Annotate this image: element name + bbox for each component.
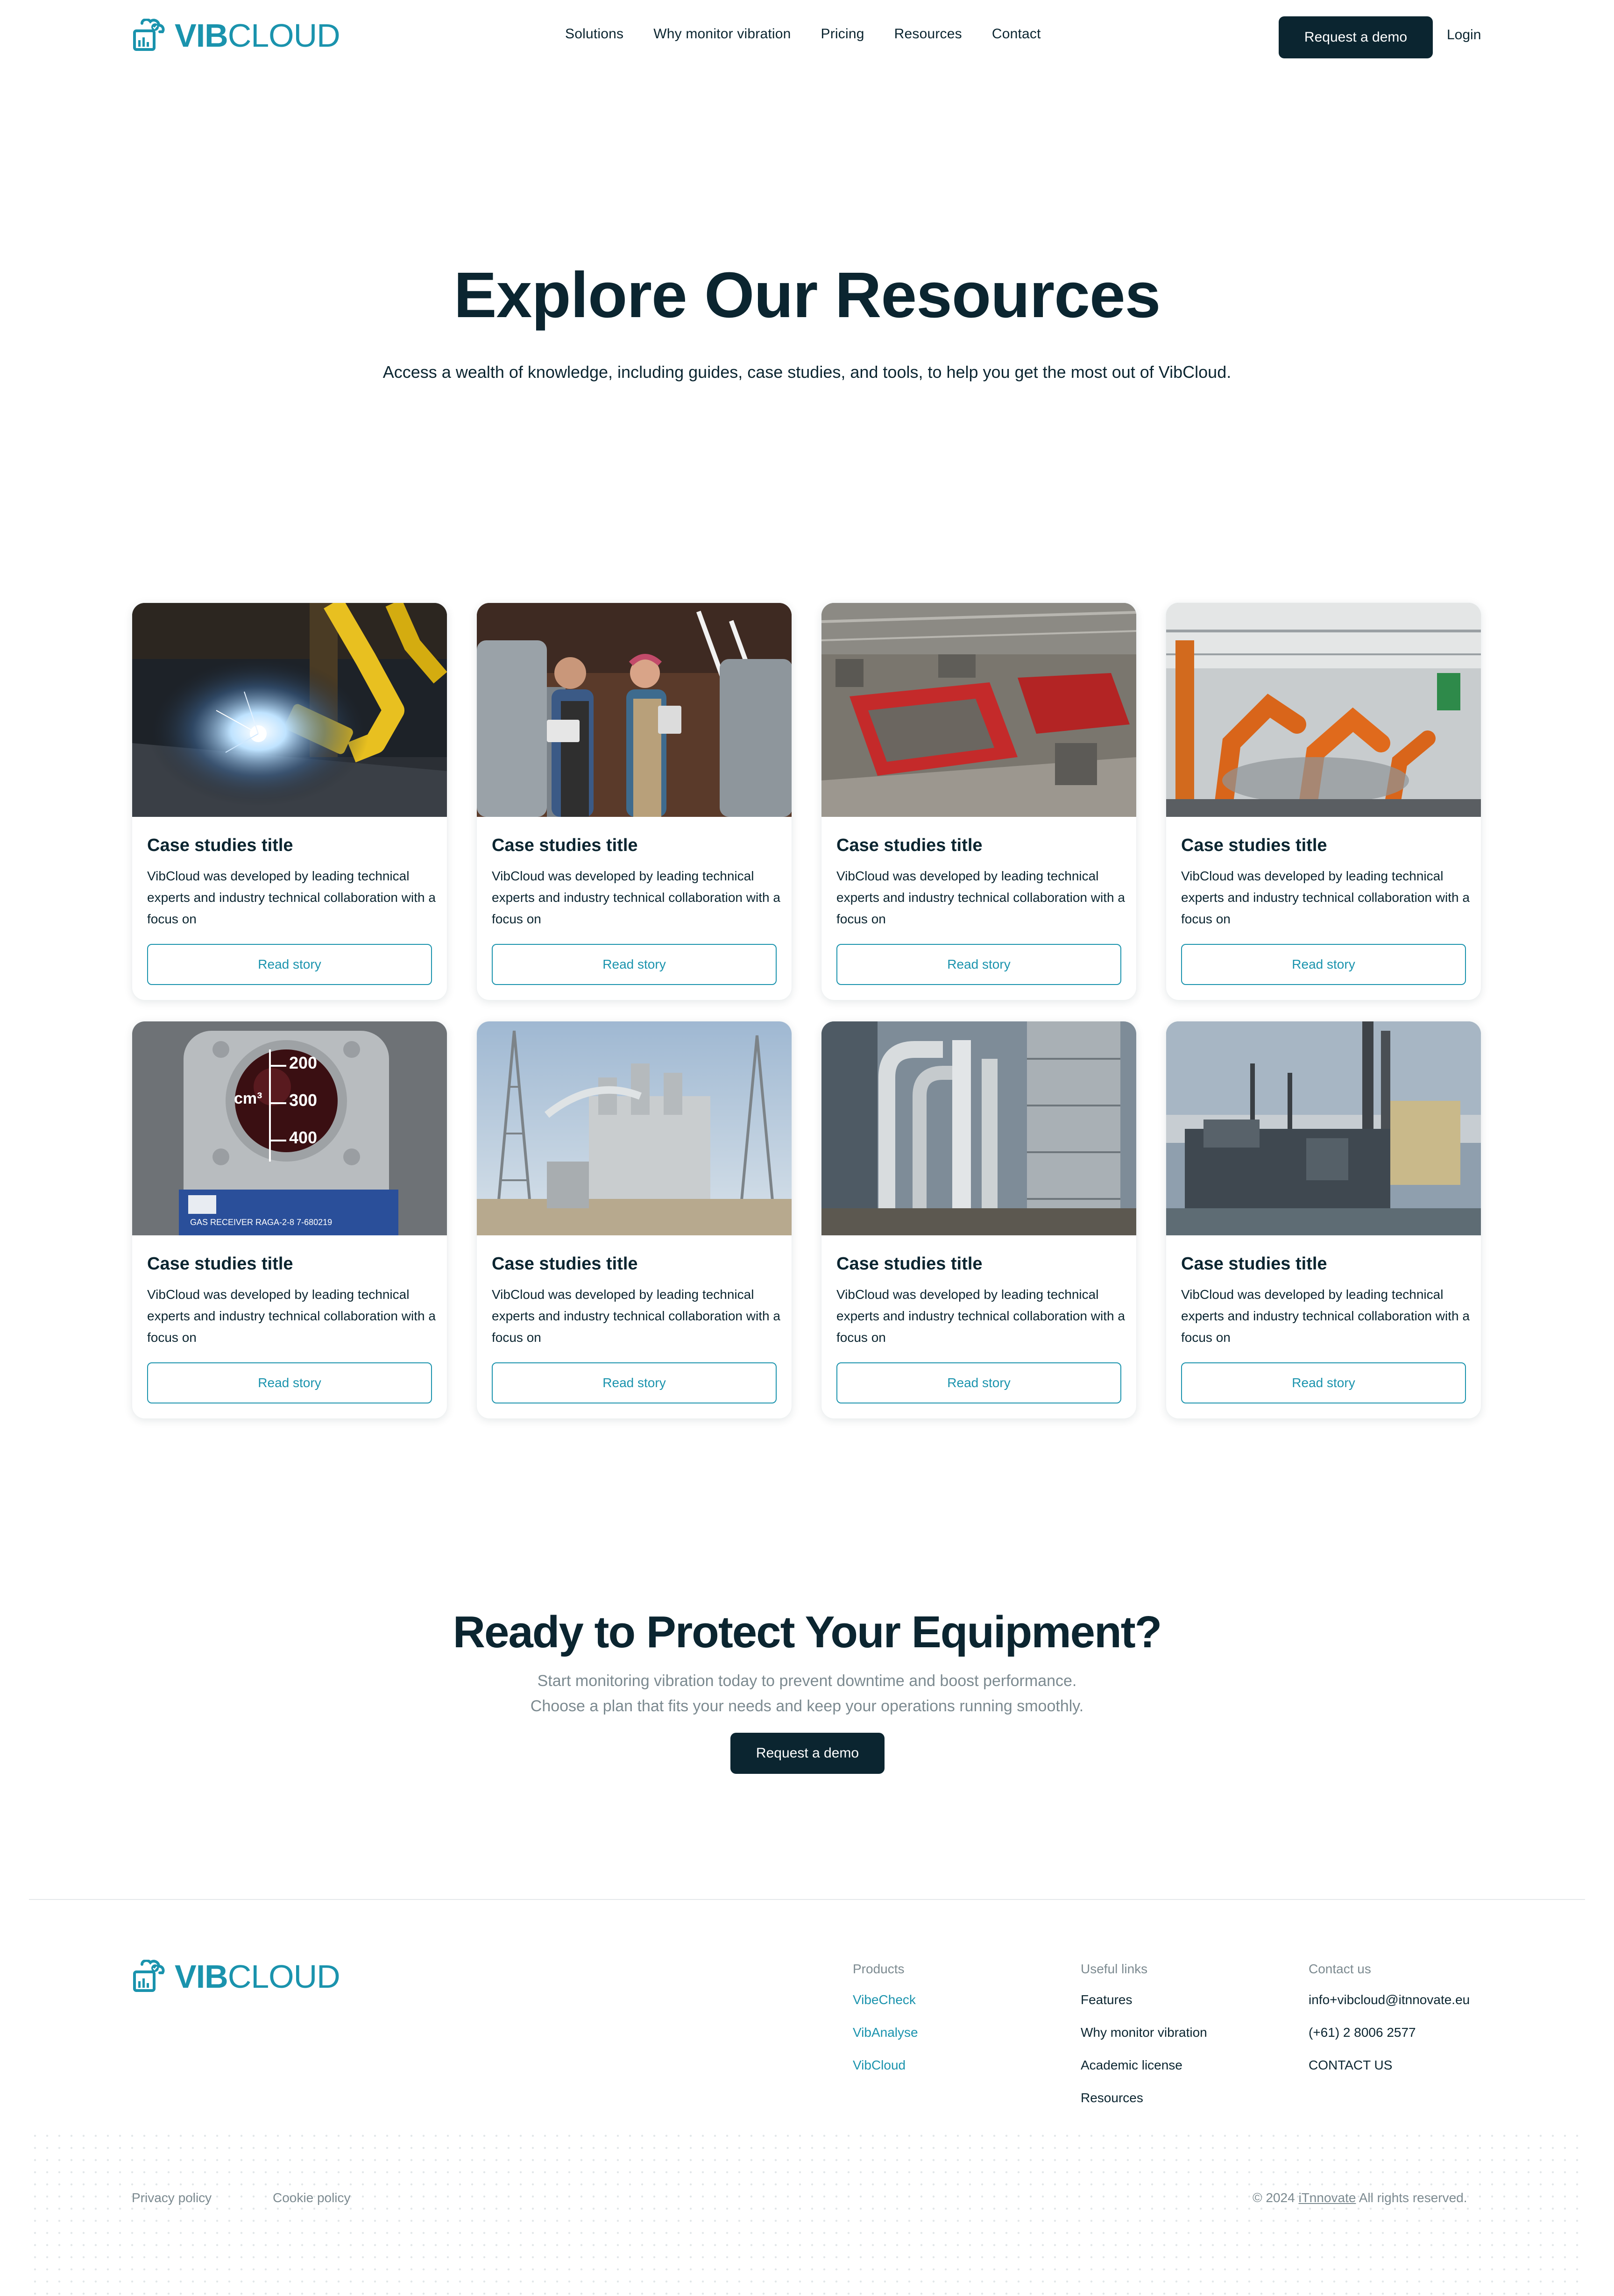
cloud-chart-logo-icon — [133, 1960, 165, 1992]
page-title: Explore Our Resources — [453, 259, 1161, 331]
case-studies-grid: Case studies title VibCloud was develope… — [132, 602, 1482, 1419]
footer-link-academic-license[interactable]: Academic license — [1081, 2058, 1207, 2073]
cta-subtitle: Start monitoring vibration today to prev… — [0, 1668, 1614, 1719]
footer-link-resources[interactable]: Resources — [1081, 2090, 1207, 2105]
read-story-button[interactable]: Read story — [492, 1362, 777, 1403]
case-study-card: Case studies title VibCloud was develope… — [1166, 1021, 1481, 1419]
login-link[interactable]: Login — [1447, 27, 1481, 43]
card-description: VibCloud was developed by leading techni… — [1181, 869, 1470, 926]
nav-solutions[interactable]: Solutions — [565, 26, 623, 42]
gauge-tick-label: 400 — [289, 1128, 318, 1147]
card-description: VibCloud was developed by leading techni… — [836, 1287, 1125, 1345]
case-study-card: Case studies title VibCloud was develope… — [476, 602, 792, 1000]
nav-resources[interactable]: Resources — [894, 26, 962, 42]
card-description: VibCloud was developed by leading techni… — [147, 1287, 436, 1345]
card-description: VibCloud was developed by leading techni… — [492, 869, 780, 926]
copyright: © 2024 iTnnovate All rights reserved. — [1253, 2190, 1467, 2205]
nav-pricing[interactable]: Pricing — [821, 26, 864, 42]
read-story-button[interactable]: Read story — [1181, 944, 1466, 985]
footer-link-vibecheck[interactable]: VibeCheck — [853, 1992, 918, 2007]
footer-contact-us-link[interactable]: CONTACT US — [1309, 2058, 1470, 2073]
request-demo-button[interactable]: Request a demo — [1279, 16, 1433, 58]
nav-why-monitor-vibration[interactable]: Why monitor vibration — [653, 26, 791, 42]
footer-products: Products VibeCheck VibAnalyse VibCloud — [853, 1962, 918, 2090]
copyright-text: All rights reserved. — [1359, 2190, 1467, 2205]
footer-link-vibcloud[interactable]: VibCloud — [853, 2058, 918, 2073]
welding-robot-image — [132, 603, 447, 817]
footer-heading: Contact us — [1309, 1962, 1371, 1976]
footer-link-why-monitor[interactable]: Why monitor vibration — [1081, 2025, 1207, 2040]
gauge-plate-label: GAS RECEIVER RAGA-2-8 7-680219 — [190, 1218, 333, 1227]
footer-link-features[interactable]: Features — [1081, 1992, 1207, 2007]
copyright-year: © 2024 — [1253, 2190, 1295, 2205]
main-nav: Solutions Why monitor vibration Pricing … — [565, 26, 1041, 42]
case-study-card: 200 300 400 cm³ GAS RECEIVER RAGA-2-8 7-… — [132, 1021, 447, 1419]
footer-heading: Useful links — [1081, 1962, 1148, 1976]
cloud-chart-logo-icon — [133, 19, 165, 51]
footer-contact: Contact us info+vibcloud@itnnovate.eu (+… — [1309, 1962, 1470, 2090]
read-story-button[interactable]: Read story — [147, 944, 432, 985]
footer-dot-pattern — [29, 2130, 1585, 2296]
gas-meter-gauge-image: 200 300 400 cm³ GAS RECEIVER RAGA-2-8 7-… — [132, 1021, 447, 1235]
case-study-card: Case studies title VibCloud was develope… — [132, 602, 447, 1000]
cta-subtitle-line: Choose a plan that fits your needs and k… — [530, 1697, 1084, 1715]
card-title: Case studies title — [836, 1254, 983, 1274]
gauge-tick-label: 300 — [289, 1091, 318, 1110]
card-description: VibCloud was developed by leading techni… — [147, 869, 436, 926]
footer-phone-link[interactable]: (+61) 2 8006 2577 — [1309, 2025, 1470, 2040]
cookie-policy-link[interactable]: Cookie policy — [273, 2190, 351, 2205]
footer-link-vibanalyse[interactable]: VibAnalyse — [853, 2025, 918, 2040]
read-story-button[interactable]: Read story — [147, 1362, 432, 1403]
cta-subtitle-line: Start monitoring vibration today to prev… — [537, 1672, 1077, 1690]
card-title: Case studies title — [147, 836, 293, 855]
case-study-card: Case studies title VibCloud was develope… — [821, 602, 1137, 1000]
card-description: VibCloud was developed by leading techni… — [492, 1287, 780, 1345]
card-title: Case studies title — [1181, 836, 1327, 855]
power-substation-image — [477, 1021, 792, 1235]
brewery-workers-image — [477, 603, 792, 817]
brand-wordmark: VIBCLOUD — [175, 17, 340, 54]
robotic-assembly-line-image — [1166, 603, 1481, 817]
case-study-card: Case studies title VibCloud was develope… — [476, 1021, 792, 1419]
card-description: VibCloud was developed by leading techni… — [1181, 1287, 1470, 1345]
case-study-card: Case studies title VibCloud was develope… — [821, 1021, 1137, 1419]
read-story-button[interactable]: Read story — [836, 1362, 1121, 1403]
power-plant-image — [1166, 1021, 1481, 1235]
card-title: Case studies title — [492, 836, 638, 855]
cta-request-demo-button[interactable]: Request a demo — [730, 1733, 885, 1774]
card-title: Case studies title — [1181, 1254, 1327, 1274]
brand-wordmark: VIBCLOUD — [175, 1958, 340, 1995]
footer-divider — [29, 1899, 1585, 1900]
privacy-policy-link[interactable]: Privacy policy — [132, 2190, 212, 2205]
page-subtitle: Access a wealth of knowledge, including … — [382, 362, 1232, 382]
footer-heading: Products — [853, 1962, 905, 1976]
nav-contact[interactable]: Contact — [992, 26, 1041, 42]
site-header: VIBCLOUD Solutions Why monitor vibration… — [0, 0, 1614, 75]
industrial-pipes-image — [821, 1021, 1136, 1235]
read-story-button[interactable]: Read story — [836, 944, 1121, 985]
card-title: Case studies title — [147, 1254, 293, 1274]
factory-floor-image — [821, 603, 1136, 817]
gauge-unit-label: cm³ — [234, 1090, 262, 1107]
read-story-button[interactable]: Read story — [1181, 1362, 1466, 1403]
cta-title: Ready to Protect Your Equipment? — [453, 1607, 1162, 1657]
read-story-button[interactable]: Read story — [492, 944, 777, 985]
card-title: Case studies title — [492, 1254, 638, 1274]
footer-useful-links: Useful links Features Why monitor vibrat… — [1081, 1962, 1207, 2123]
header-logo[interactable]: VIBCLOUD — [132, 19, 340, 52]
gauge-tick-label: 200 — [289, 1053, 318, 1072]
company-link[interactable]: iTnnovate — [1298, 2190, 1356, 2205]
card-description: VibCloud was developed by leading techni… — [836, 869, 1125, 926]
footer-email-link[interactable]: info+vibcloud@itnnovate.eu — [1309, 1992, 1470, 2007]
card-title: Case studies title — [836, 836, 983, 855]
footer-logo[interactable]: VIBCLOUD — [132, 1960, 340, 1993]
case-study-card: Case studies title VibCloud was develope… — [1166, 602, 1481, 1000]
